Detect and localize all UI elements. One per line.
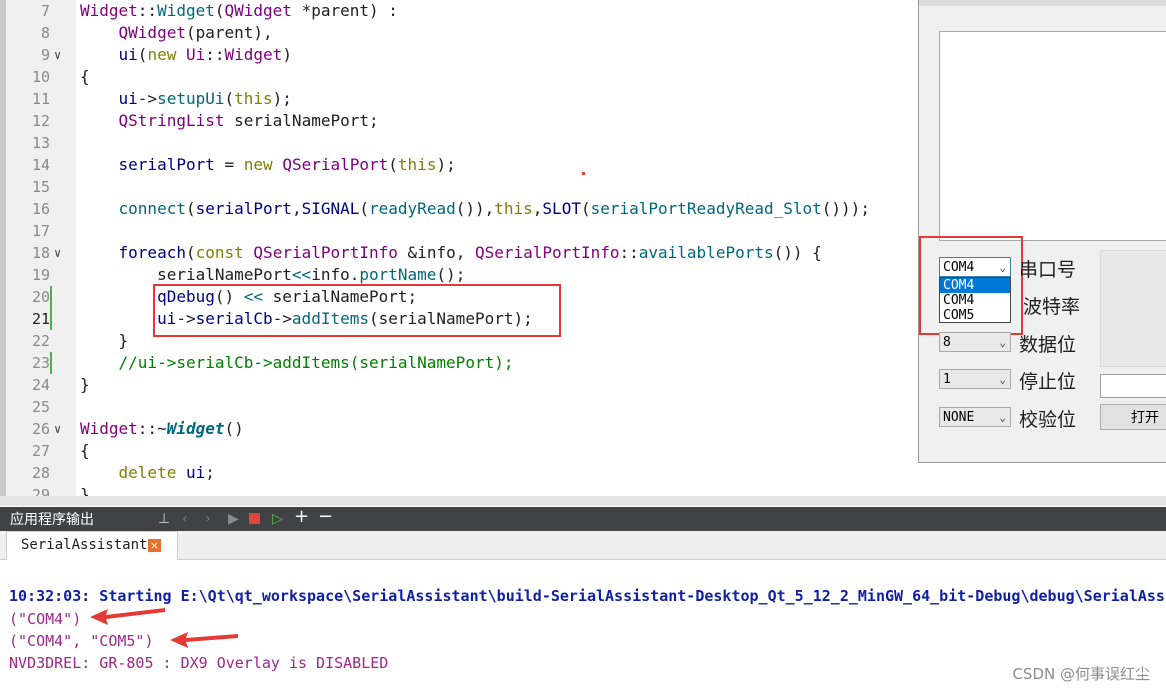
fold-chevron-icon[interactable]: ∨ (54, 242, 61, 264)
data-bits-combo[interactable]: 8 ⌄ (939, 332, 1011, 352)
data-bits-value: 8 (943, 335, 951, 350)
annotation-dot (582, 172, 585, 175)
serial-assistant-window: COM4 ⌄ COM4 COM4 COM5 串口号 波特率 8 ⌄ 数据位 1 … (918, 0, 1166, 463)
annotation-arrows (90, 608, 238, 648)
baud-rate-label: 波特率 (1023, 296, 1081, 318)
changed-lines-marker (50, 286, 52, 330)
code-text: { (80, 441, 90, 460)
zoom-out-icon[interactable]: − (318, 508, 333, 526)
line-number: 28 (31, 464, 50, 482)
chevron-down-icon: ⌄ (999, 411, 1006, 424)
code-text: serialPort = new QSerialPort(this); (118, 155, 456, 174)
code-text: foreach(const QSerialPortInfo &info, QSe… (118, 243, 822, 262)
line-number: 12 (31, 112, 50, 130)
line-number: 18 (31, 244, 50, 262)
line-number: 25 (31, 398, 50, 416)
highlight-box-widget (919, 236, 1023, 335)
fold-chevron-icon[interactable]: ∨ (54, 44, 61, 66)
stop-bits-combo[interactable]: 1 ⌄ (939, 369, 1011, 389)
line-number: 9 (40, 46, 50, 64)
arrow-annotation (90, 608, 165, 625)
line-number: 15 (31, 178, 50, 196)
line-number: 20 (31, 288, 50, 306)
code-text: } (80, 331, 129, 350)
output-pane-header: 应用程序输出 ⊥ ‹ › ▶ ▷ + − (0, 507, 1166, 531)
chevron-down-icon: ⌄ (999, 373, 1006, 386)
line-number: 14 (31, 156, 50, 174)
code-text: delete ui; (118, 463, 215, 482)
code-text: Widget::~Widget() (80, 419, 244, 438)
line-number: 26 (31, 420, 50, 438)
code-text: } (80, 375, 90, 394)
close-icon[interactable]: × (148, 539, 161, 552)
output-tab-bar: SerialAssistant × (0, 531, 1166, 560)
line-number: 13 (31, 134, 50, 152)
tab-serialassistant[interactable]: SerialAssistant × (6, 531, 178, 560)
code-text: QStringList serialNamePort; (118, 111, 379, 130)
parity-label: 校验位 (1019, 409, 1077, 431)
serial-port-label: 串口号 (1019, 259, 1077, 281)
watermark: CSDN @何事误红尘 (1012, 665, 1150, 683)
output-pane-title: 应用程序输出 (10, 512, 94, 528)
code-text: { (80, 67, 90, 86)
receive-text-area[interactable] (939, 31, 1166, 241)
line-number: 23 (31, 354, 50, 372)
arrow-annotation (170, 632, 238, 648)
editor-horizontal-scrollbar[interactable] (0, 496, 1166, 506)
settings-panel (1100, 250, 1166, 367)
data-bits-label: 数据位 (1019, 334, 1077, 356)
line-number: 19 (31, 266, 50, 284)
line-number: 21 (31, 310, 50, 328)
line-number: 27 (31, 442, 50, 460)
highlight-box-code (153, 284, 561, 337)
tab-label: SerialAssistant (21, 537, 148, 553)
code-text: //ui->serialCb->addItems(serialNamePort)… (118, 353, 514, 372)
line-number: 8 (40, 24, 50, 42)
run-icon[interactable]: ▶ (228, 510, 239, 528)
code-text: Widget::Widget(QWidget *parent) : (80, 1, 398, 20)
open-button[interactable]: 打开 (1100, 404, 1166, 430)
chevron-down-icon: ⌄ (999, 336, 1006, 349)
fold-chevron-icon[interactable]: ∨ (54, 418, 61, 440)
rerun-icon[interactable]: ▷ (272, 510, 283, 528)
line-number: 16 (31, 200, 50, 218)
zoom-in-icon[interactable]: + (294, 508, 309, 526)
stop-bits-value: 1 (943, 372, 951, 387)
line-number: 24 (31, 376, 50, 394)
chevron-left-icon[interactable]: ‹ (182, 510, 188, 528)
code-text: connect(serialPort,SIGNAL(readyRead()),t… (118, 199, 870, 218)
code-text: serialNamePort<<info.portName(); (80, 265, 466, 284)
line-number: 10 (31, 68, 50, 86)
parity-combo[interactable]: NONE ⌄ (939, 407, 1011, 427)
stop-bits-label: 停止位 (1019, 371, 1077, 393)
parity-value: NONE (943, 410, 975, 425)
line-number: 7 (40, 2, 50, 20)
chevron-right-icon[interactable]: › (205, 510, 211, 528)
changed-line-marker (50, 352, 52, 374)
line-number: 11 (31, 90, 50, 108)
send-text-input[interactable] (1100, 374, 1166, 398)
code-text: QWidget(parent), (118, 23, 273, 42)
line-number: 22 (31, 332, 50, 350)
code-text: ui->setupUi(this); (118, 89, 292, 108)
line-number: 17 (31, 222, 50, 240)
stop-icon[interactable] (249, 513, 260, 524)
code-text: ui(new Ui::Widget) (118, 45, 292, 64)
output-console[interactable]: 10:32:03: Starting E:\Qt\qt_workspace\Se… (0, 560, 1166, 692)
attach-icon[interactable]: ⊥ (158, 510, 170, 528)
window-title-bar[interactable] (919, 0, 1166, 6)
